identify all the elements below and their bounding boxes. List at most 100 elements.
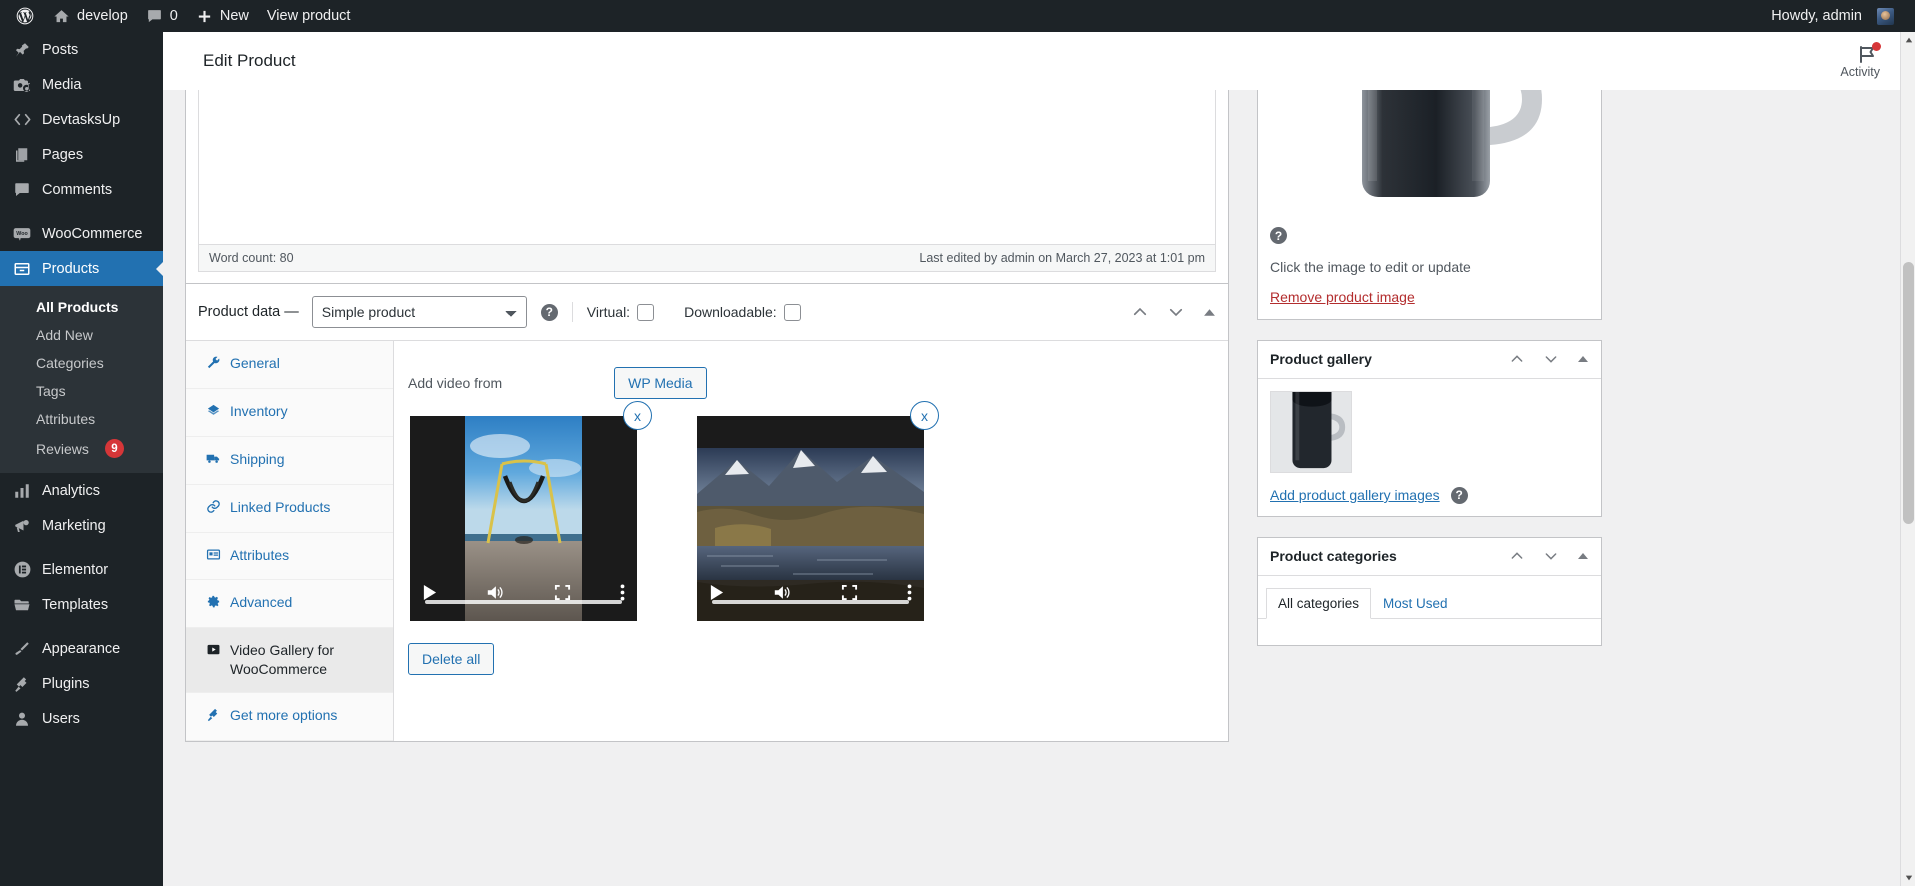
- wp-media-button[interactable]: WP Media: [614, 367, 707, 399]
- plug-icon: [206, 707, 221, 727]
- new-content-button[interactable]: New: [187, 0, 258, 32]
- submenu-label: Reviews: [36, 440, 89, 457]
- help-icon[interactable]: ?: [1450, 486, 1468, 504]
- product-data-body: General Inventory Shipping Linked Produc…: [186, 341, 1228, 742]
- toggle-triangle-icon[interactable]: [1577, 550, 1589, 562]
- right-sidebar-column: ? Click the image to edit or update Remo…: [1257, 90, 1602, 666]
- video-player[interactable]: [697, 416, 924, 621]
- comment-bubble-icon: [146, 8, 163, 25]
- fullscreen-icon[interactable]: [841, 584, 858, 606]
- submenu-item-attributes[interactable]: Attributes: [0, 405, 163, 433]
- product-categories-box: Product categories All categories Most U…: [1257, 536, 1602, 646]
- submenu-item-categories[interactable]: Categories: [0, 349, 163, 377]
- sidebar-item-label: Templates: [42, 596, 109, 613]
- chevron-down-icon[interactable]: [1543, 548, 1559, 564]
- comments-button[interactable]: 0: [137, 0, 187, 32]
- activity-widget[interactable]: Activity: [1555, 32, 1900, 90]
- delete-all-button[interactable]: Delete all: [408, 643, 495, 675]
- sidebar-item-label: Posts: [42, 41, 79, 58]
- my-account-button[interactable]: Howdy, admin: [1762, 0, 1903, 32]
- tab-linked-products[interactable]: Linked Products: [186, 485, 393, 533]
- fullscreen-icon[interactable]: [554, 584, 571, 606]
- page-header-bar: Edit Product: [163, 32, 1555, 90]
- sidebar-item-appearance[interactable]: Appearance: [0, 631, 163, 666]
- sidebar-item-pages[interactable]: Pages: [0, 137, 163, 172]
- help-icon[interactable]: ?: [540, 303, 558, 321]
- help-icon[interactable]: ?: [1270, 227, 1287, 244]
- editor-content-frame[interactable]: [198, 90, 1216, 245]
- chevron-down-icon[interactable]: [1167, 303, 1185, 321]
- sidebar-item-label: Analytics: [42, 482, 101, 499]
- downloadable-checkbox-group[interactable]: Downloadable:: [684, 303, 801, 321]
- wordpress-logo-button[interactable]: [6, 0, 44, 32]
- product-data-tabs: General Inventory Shipping Linked Produc…: [186, 341, 394, 742]
- sidebar-item-analytics[interactable]: Analytics: [0, 473, 163, 508]
- tab-most-used[interactable]: Most Used: [1371, 588, 1460, 619]
- sidebar-item-woocommerce[interactable]: Woo WooCommerce: [0, 216, 163, 251]
- sidebar-item-comments[interactable]: Comments: [0, 172, 163, 207]
- add-product-gallery-images-link[interactable]: Add product gallery images: [1270, 487, 1440, 503]
- submenu-item-add-new[interactable]: Add New: [0, 321, 163, 349]
- product-type-select[interactable]: Simple productGrouped productExternal/Af…: [311, 296, 527, 328]
- tab-general[interactable]: General: [186, 341, 393, 389]
- play-icon[interactable]: [422, 584, 437, 606]
- submenu-label: Tags: [36, 383, 66, 399]
- sidebar-item-posts[interactable]: Posts: [0, 32, 163, 67]
- sidebar-item-media[interactable]: Media: [0, 67, 163, 102]
- tab-shipping[interactable]: Shipping: [186, 437, 393, 485]
- scroll-down-arrow[interactable]: [1901, 870, 1915, 886]
- tab-attributes[interactable]: Attributes: [186, 533, 393, 581]
- sidebar-item-elementor[interactable]: Elementor: [0, 552, 163, 587]
- activity-label: Activity: [1840, 64, 1880, 79]
- remove-video-button[interactable]: x: [623, 401, 652, 430]
- page-scrollbar[interactable]: [1900, 32, 1915, 886]
- sidebar-item-users[interactable]: Users: [0, 701, 163, 736]
- product-gallery-title: Product gallery: [1270, 351, 1372, 367]
- virtual-checkbox-group[interactable]: Virtual:: [587, 303, 655, 321]
- tab-label: Linked Products: [230, 498, 331, 515]
- toggle-triangle-icon[interactable]: [1577, 353, 1589, 365]
- tab-label: Get more options: [230, 707, 338, 724]
- chevron-down-icon[interactable]: [1543, 351, 1559, 367]
- tab-advanced[interactable]: Advanced: [186, 580, 393, 629]
- view-product-button[interactable]: View product: [258, 0, 360, 32]
- sidebar-item-products[interactable]: Products: [0, 251, 163, 286]
- video-icon: [206, 642, 221, 662]
- new-label: New: [219, 8, 249, 24]
- scroll-up-arrow[interactable]: [1901, 32, 1915, 48]
- sidebar-item-marketing[interactable]: Marketing: [0, 508, 163, 543]
- product-image-figure[interactable]: [1258, 90, 1601, 205]
- link-icon: [206, 499, 221, 519]
- chevron-up-icon[interactable]: [1131, 303, 1149, 321]
- tab-all-categories[interactable]: All categories: [1266, 587, 1372, 619]
- scrollbar-thumb[interactable]: [1903, 262, 1914, 524]
- submenu-label: All Products: [36, 299, 119, 315]
- sidebar-item-plugins[interactable]: Plugins: [0, 666, 163, 701]
- tab-video-gallery-for-woocommerce[interactable]: Video Gallery for WooCommerce: [186, 628, 393, 694]
- play-icon[interactable]: [709, 584, 724, 606]
- more-vertical-icon[interactable]: [620, 584, 625, 606]
- volume-icon[interactable]: [486, 584, 504, 606]
- site-name-button[interactable]: develop: [44, 0, 137, 32]
- remove-video-button[interactable]: x: [910, 401, 939, 430]
- submenu-item-reviews[interactable]: Reviews 9: [0, 433, 163, 464]
- tab-get-more-options[interactable]: Get more options: [186, 693, 393, 742]
- submenu-item-tags[interactable]: Tags: [0, 377, 163, 405]
- virtual-checkbox[interactable]: [637, 303, 655, 321]
- downloadable-checkbox[interactable]: [783, 303, 801, 321]
- remove-product-image-link[interactable]: Remove product image: [1270, 289, 1415, 305]
- megaphone-icon: [12, 516, 32, 536]
- volume-icon[interactable]: [773, 584, 791, 606]
- toggle-triangle-icon[interactable]: [1203, 306, 1216, 319]
- video-player[interactable]: [410, 416, 637, 621]
- submenu-item-all-products[interactable]: All Products: [0, 293, 163, 321]
- chevron-up-icon[interactable]: [1509, 351, 1525, 367]
- sidebar-item-devtasksup[interactable]: DevtasksUp: [0, 102, 163, 137]
- gallery-thumbnail[interactable]: [1270, 390, 1352, 473]
- tab-inventory[interactable]: Inventory: [186, 389, 393, 437]
- more-vertical-icon[interactable]: [907, 584, 912, 606]
- howdy-label: Howdy, admin: [1771, 8, 1862, 24]
- chevron-up-icon[interactable]: [1509, 548, 1525, 564]
- media-camera-icon: [12, 75, 32, 95]
- sidebar-item-templates[interactable]: Templates: [0, 587, 163, 622]
